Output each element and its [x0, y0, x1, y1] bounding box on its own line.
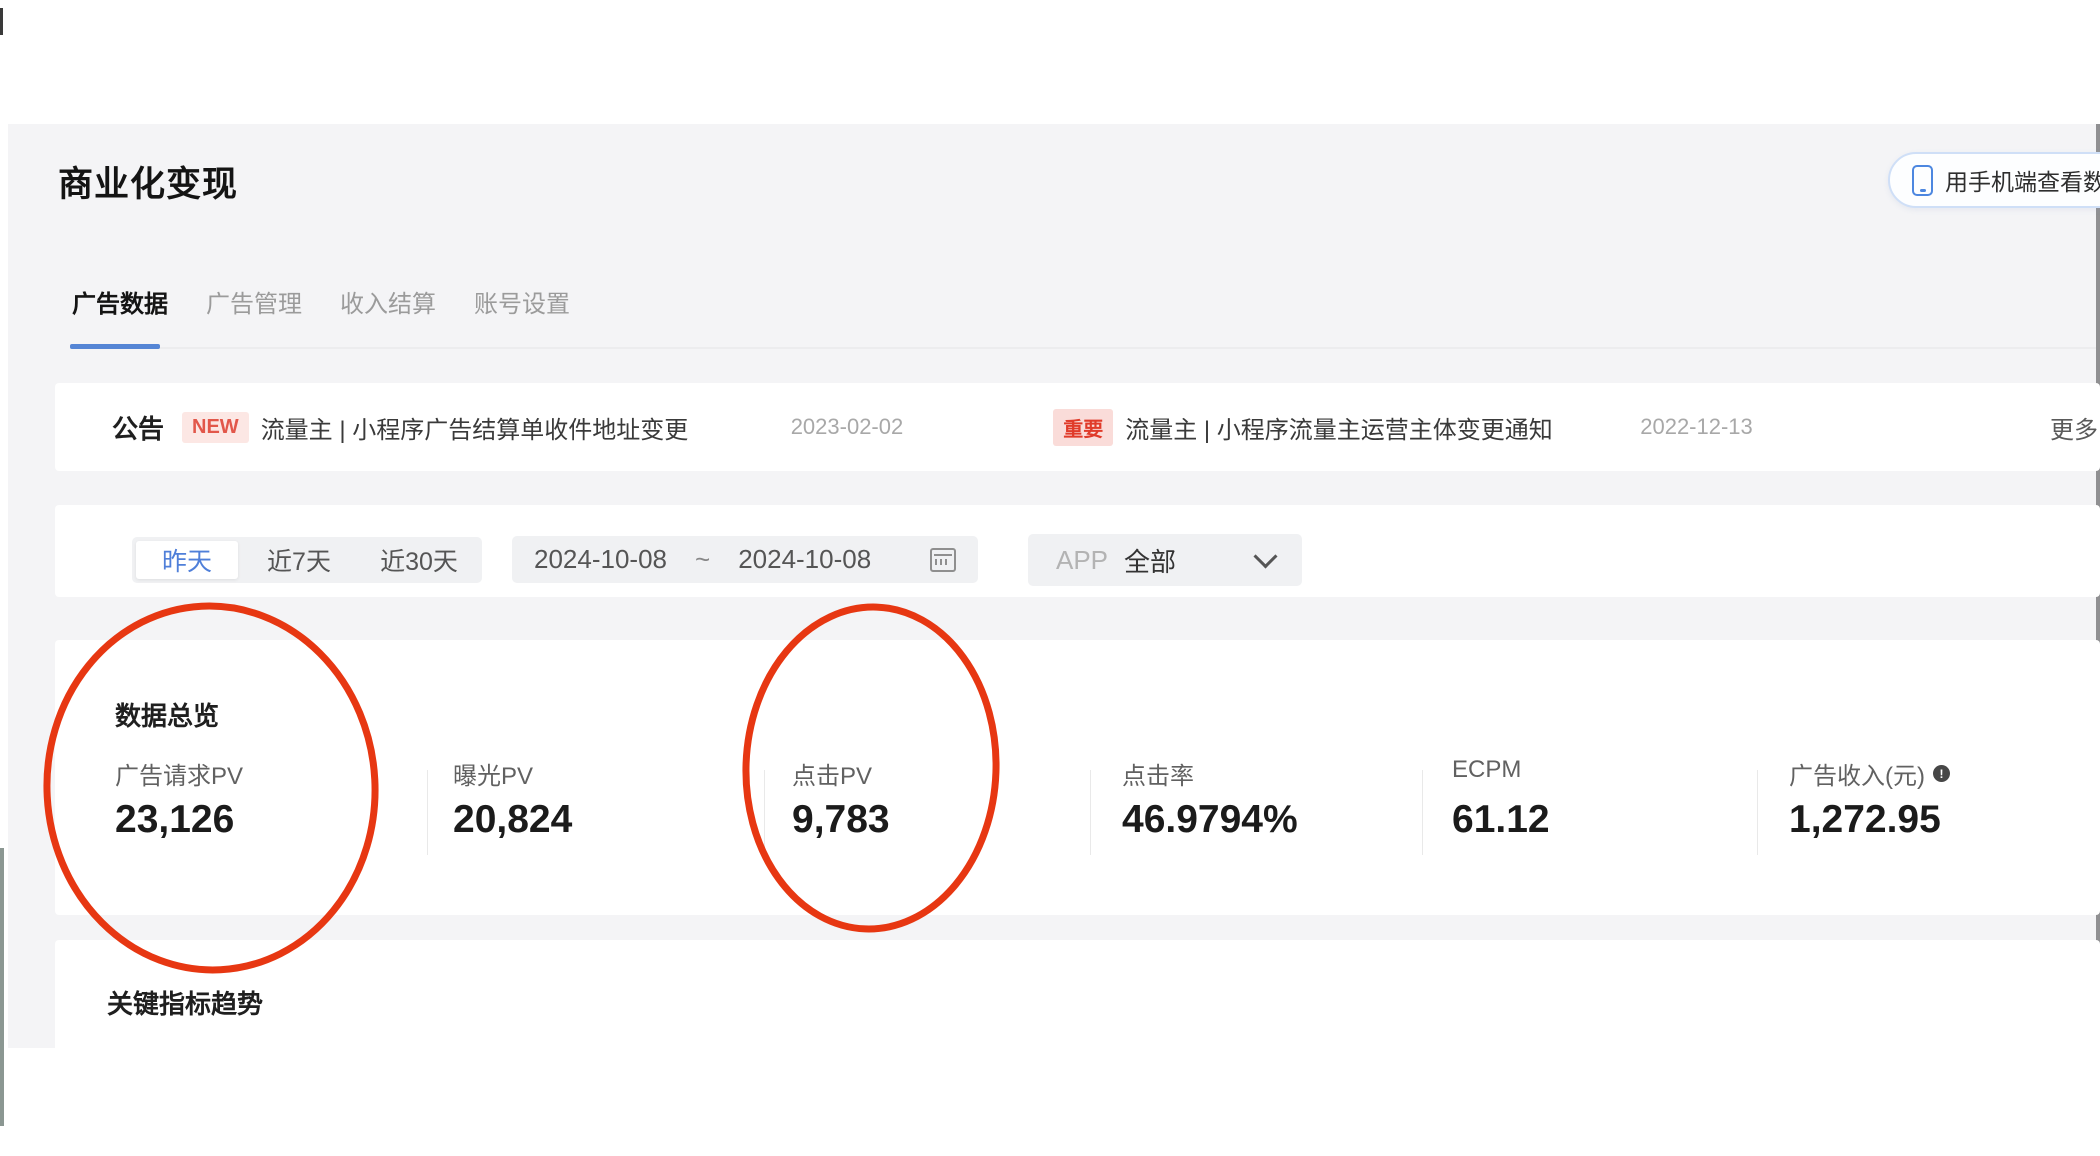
announcement-more-link[interactable]: 更多 [2050, 410, 2098, 445]
metric-value-click-rate: 46.9794% [1122, 798, 1298, 841]
app-filter-value: 全部 [1124, 546, 1177, 577]
metric-divider [427, 770, 428, 855]
data-overview-card: 数据总览 广告请求PV 23,126 曝光PV 20,824 点击PV 9,78… [55, 640, 2100, 915]
phone-icon [1912, 164, 1933, 196]
announcement-label: 公告 [112, 413, 165, 444]
metric-divider [1422, 770, 1423, 855]
app-filter-dropdown[interactable]: APP 全部 [1028, 534, 1302, 586]
tab-revenue-settlement[interactable]: 收入结算 [340, 284, 436, 319]
new-badge: NEW [182, 411, 249, 443]
chevron-down-icon [1253, 543, 1278, 569]
ad-revenue-label-text: 广告收入(元) [1789, 763, 1925, 790]
data-overview-title: 数据总览 [115, 701, 220, 731]
key-metrics-trend-title: 关键指标趋势 [107, 989, 264, 1019]
metric-label-ad-revenue: 广告收入(元) [1789, 756, 1950, 791]
metric-value-click-pv: 9,783 [792, 798, 890, 841]
metric-label-ecpm: ECPM [1452, 756, 1522, 783]
range-last30days-option[interactable]: 近30天 [356, 537, 482, 583]
range-yesterday-option[interactable]: 昨天 [136, 541, 238, 579]
range-last7days-option[interactable]: 近7天 [242, 537, 356, 583]
announcement-date: 2022-12-13 [1640, 414, 1753, 439]
metric-divider [1090, 770, 1091, 855]
announcement-link[interactable]: 流量主 | 小程序广告结算单收件地址变更 [261, 410, 773, 445]
view-on-phone-label: 用手机端查看数据 [1945, 169, 2100, 195]
page-title: 商业化变现 [58, 165, 239, 204]
metric-divider [1757, 770, 1758, 855]
metric-label-click-rate: 点击率 [1122, 763, 1194, 790]
filter-bar: 昨天 近7天 近30天 2024-10-08 ~ 2024-10-08 APP … [55, 505, 2100, 597]
announcement-link[interactable]: 流量主 | 小程序流量主运营主体变更通知 [1125, 410, 1620, 445]
calendar-icon [930, 547, 956, 572]
date-range-start: 2024-10-08 [534, 544, 667, 574]
metric-divider [764, 770, 765, 855]
screen-edge-artifact-top [0, 8, 3, 35]
quick-date-range-segmented-control: 昨天 近7天 近30天 [132, 537, 482, 583]
metric-value-impression-pv: 20,824 [453, 798, 573, 841]
announcement-date: 2023-02-02 [790, 414, 904, 439]
tab-ad-management[interactable]: 广告管理 [206, 284, 302, 319]
date-range-end: 2024-10-08 [738, 544, 872, 574]
active-tab-indicator [70, 344, 160, 349]
metric-value-ecpm: 61.12 [1452, 798, 1550, 841]
tab-account-settings[interactable]: 账号设置 [474, 284, 570, 319]
metric-label-impression-pv: 曝光PV [453, 763, 534, 790]
tab-bar-divider [70, 347, 2096, 349]
tab-ad-data[interactable]: 广告数据 [72, 284, 168, 319]
tab-bar: 广告数据 广告管理 收入结算 账号设置 [72, 284, 570, 319]
date-range-picker[interactable]: 2024-10-08 ~ 2024-10-08 [512, 536, 978, 583]
metric-value-ad-request-pv: 23,126 [115, 798, 235, 841]
metric-label-click-pv: 点击PV [792, 763, 873, 790]
metric-value-ad-revenue: 1,272.95 [1789, 798, 1941, 841]
important-badge: 重要 [1053, 408, 1114, 446]
view-on-phone-button[interactable]: 用手机端查看数据 [1888, 152, 2100, 208]
screen-edge-artifact-left [0, 848, 4, 1126]
info-icon[interactable] [1932, 765, 1950, 782]
key-metrics-trend-card: 关键指标趋势 [55, 940, 2100, 1048]
metric-label-ad-request-pv: 广告请求PV [115, 763, 244, 790]
date-range-separator: ~ [695, 544, 711, 574]
announcement-bar: 公告 NEW 流量主 | 小程序广告结算单收件地址变更 2023-02-02 重… [55, 383, 2100, 471]
app-filter-label: APP [1056, 544, 1109, 575]
